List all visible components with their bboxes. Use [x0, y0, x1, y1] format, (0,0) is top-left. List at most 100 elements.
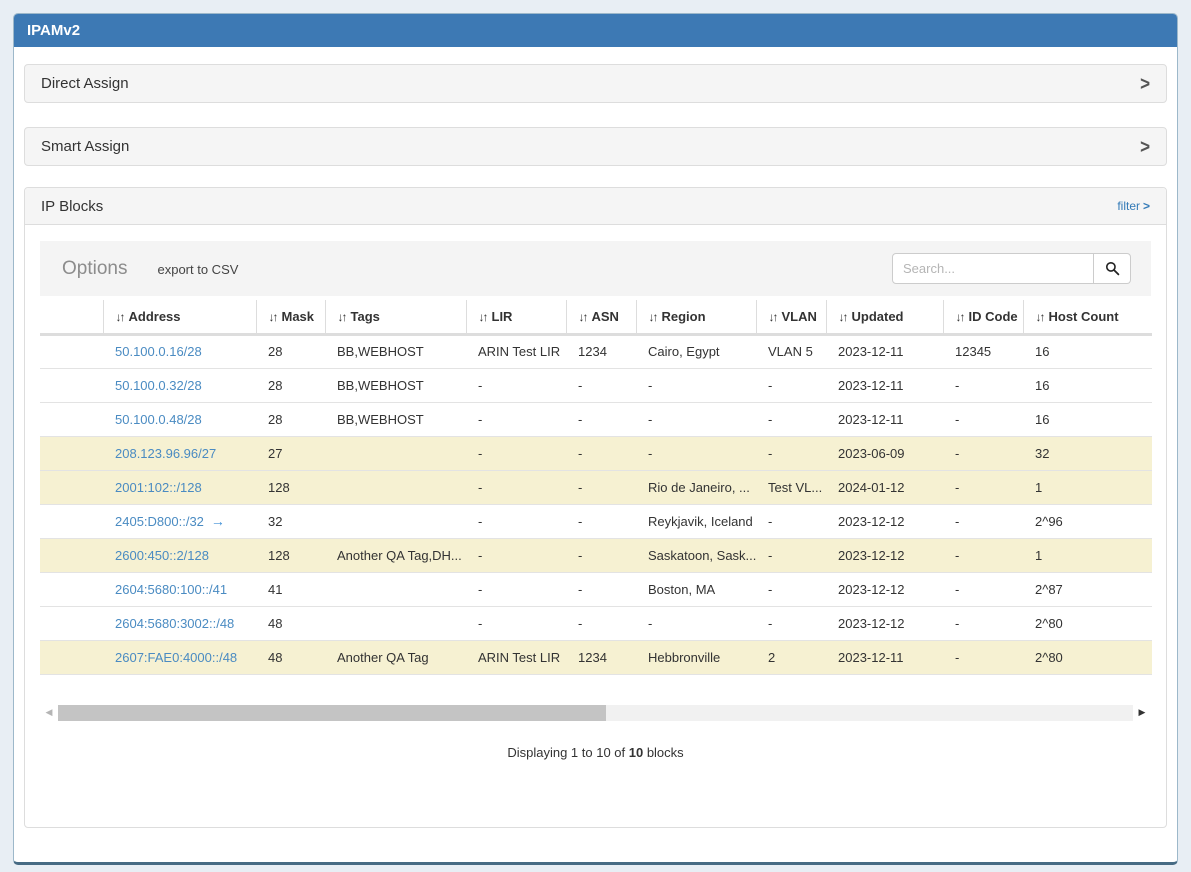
- record-count-suffix: blocks: [643, 745, 683, 760]
- cell-asn: -: [566, 470, 636, 504]
- scrollbar-track[interactable]: [58, 705, 1133, 721]
- cell-id_code: -: [943, 538, 1023, 572]
- sort-icon: ↓↑: [839, 310, 847, 324]
- address-link[interactable]: 2405:D800::/32: [115, 514, 204, 529]
- cell-address: 2405:D800::/32 →: [103, 504, 256, 538]
- cell-host_count: 2^87: [1023, 572, 1152, 606]
- address-link[interactable]: 2600:450::2/128: [115, 548, 209, 563]
- record-count-total: 10: [629, 745, 643, 760]
- smart-assign-panel: Smart Assign >: [24, 127, 1167, 166]
- subnet-arrow-icon: →: [211, 513, 225, 529]
- column-header-updated[interactable]: ↓↑Updated: [826, 300, 943, 334]
- cell-vlan: VLAN 5: [756, 334, 826, 368]
- column-header-address[interactable]: ↓↑Address: [103, 300, 256, 334]
- main-content: Direct Assign > Smart Assign > IP Blocks…: [14, 47, 1177, 828]
- cell-vlan: -: [756, 368, 826, 402]
- cell-vlan: -: [756, 572, 826, 606]
- cell-address: 50.100.0.32/28: [103, 368, 256, 402]
- scroll-left-arrow-icon[interactable]: ◀: [40, 707, 58, 718]
- cell-gutter: [40, 538, 103, 572]
- cell-updated: 2023-12-11: [826, 368, 943, 402]
- column-header-vlan[interactable]: ↓↑VLAN: [756, 300, 826, 334]
- table-body: 50.100.0.16/28 28BB,WEBHOST ARIN Test LIR 1…: [40, 334, 1152, 674]
- table-row: 50.100.0.48/2828BB,WEBHOST----2023-12-11…: [40, 402, 1152, 436]
- chevron-right-icon: >: [1140, 135, 1150, 158]
- column-label: Mask: [282, 309, 315, 324]
- column-header-tags[interactable]: ↓↑Tags: [325, 300, 466, 334]
- address-link[interactable]: 50.100.0.32/28: [115, 378, 202, 393]
- cell-lir: -: [466, 538, 566, 572]
- app-title: IPAMv2: [27, 22, 80, 39]
- cell-id_code: -: [943, 436, 1023, 470]
- address-link[interactable]: 2604:5680:3002::/48: [115, 616, 234, 631]
- filter-label: filter: [1117, 199, 1140, 213]
- cell-host_count: 2^96: [1023, 504, 1152, 538]
- search-button[interactable]: [1094, 253, 1131, 284]
- cell-tags: [325, 572, 466, 606]
- cell-asn: -: [566, 538, 636, 572]
- direct-assign-panel: Direct Assign >: [24, 64, 1167, 103]
- cell-tags: BB,WEBHOST: [325, 368, 466, 402]
- table-row: 2600:450::2/128128Another QA Tag,DH...--…: [40, 538, 1152, 572]
- column-header-id_code[interactable]: ↓↑ID Code: [943, 300, 1023, 334]
- sort-icon: ↓↑: [338, 310, 346, 324]
- column-header-host_count[interactable]: ↓↑Host Count: [1023, 300, 1152, 334]
- cell-lir: -: [466, 572, 566, 606]
- table-row: 50.100.0.32/2828BB,WEBHOST----2023-12-11…: [40, 368, 1152, 402]
- cell-gutter: [40, 436, 103, 470]
- column-header-lir[interactable]: ↓↑LIR: [466, 300, 566, 334]
- column-header-region[interactable]: ↓↑Region: [636, 300, 756, 334]
- search-input[interactable]: [892, 253, 1094, 284]
- cell-updated: 2023-12-11: [826, 640, 943, 674]
- cell-asn: -: [566, 572, 636, 606]
- smart-assign-label: Smart Assign: [41, 138, 129, 155]
- cell-mask: 28: [256, 368, 325, 402]
- address-link[interactable]: 2607:FAE0:4000::/48: [115, 650, 237, 665]
- cell-updated: 2023-12-12: [826, 538, 943, 572]
- cell-host_count: 16: [1023, 368, 1152, 402]
- cell-lir: -: [466, 368, 566, 402]
- app-window: IPAMv2 Direct Assign > Smart Assign > IP…: [13, 13, 1178, 865]
- cell-host_count: 32: [1023, 436, 1152, 470]
- cell-host_count: 1: [1023, 538, 1152, 572]
- smart-assign-header[interactable]: Smart Assign >: [25, 128, 1166, 165]
- address-link[interactable]: 208.123.96.96/27: [115, 446, 216, 461]
- cell-host_count: 16: [1023, 334, 1152, 368]
- direct-assign-header[interactable]: Direct Assign >: [25, 65, 1166, 102]
- address-link[interactable]: 50.100.0.48/28: [115, 412, 202, 427]
- cell-region: Boston, MA: [636, 572, 756, 606]
- column-header-gutter: [40, 300, 103, 334]
- cell-mask: 28: [256, 402, 325, 436]
- scrollbar-thumb[interactable]: [58, 705, 606, 721]
- address-link[interactable]: 2604:5680:100::/41: [115, 582, 227, 597]
- address-link[interactable]: 50.100.0.16/28: [115, 344, 202, 359]
- cell-id_code: -: [943, 606, 1023, 640]
- column-header-mask[interactable]: ↓↑Mask: [256, 300, 325, 334]
- scroll-right-arrow-icon[interactable]: ▶: [1133, 707, 1151, 718]
- column-label: Region: [662, 309, 706, 324]
- cell-gutter: [40, 402, 103, 436]
- ip-blocks-header: IP Blocks filter>: [25, 188, 1166, 225]
- column-label: Address: [129, 309, 181, 324]
- cell-gutter: [40, 368, 103, 402]
- ip-blocks-body: Options export to CSV: [25, 225, 1166, 760]
- export-csv-link[interactable]: export to CSV: [157, 262, 238, 277]
- cell-vlan: -: [756, 606, 826, 640]
- column-label: VLAN: [782, 309, 817, 324]
- cell-region: Hebbronville: [636, 640, 756, 674]
- cell-mask: 41: [256, 572, 325, 606]
- ip-blocks-label: IP Blocks: [41, 198, 103, 215]
- cell-tags: [325, 504, 466, 538]
- address-link[interactable]: 2001:102::/128: [115, 480, 202, 495]
- cell-region: Saskatoon, Sask...: [636, 538, 756, 572]
- cell-region: Reykjavik, Iceland: [636, 504, 756, 538]
- cell-tags: [325, 606, 466, 640]
- cell-gutter: [40, 504, 103, 538]
- filter-link[interactable]: filter>: [1117, 199, 1150, 213]
- cell-lir: ARIN Test LIR: [466, 640, 566, 674]
- cell-updated: 2023-06-09: [826, 436, 943, 470]
- column-header-asn[interactable]: ↓↑ASN: [566, 300, 636, 334]
- cell-region: -: [636, 402, 756, 436]
- cell-host_count: 1: [1023, 470, 1152, 504]
- cell-vlan: -: [756, 538, 826, 572]
